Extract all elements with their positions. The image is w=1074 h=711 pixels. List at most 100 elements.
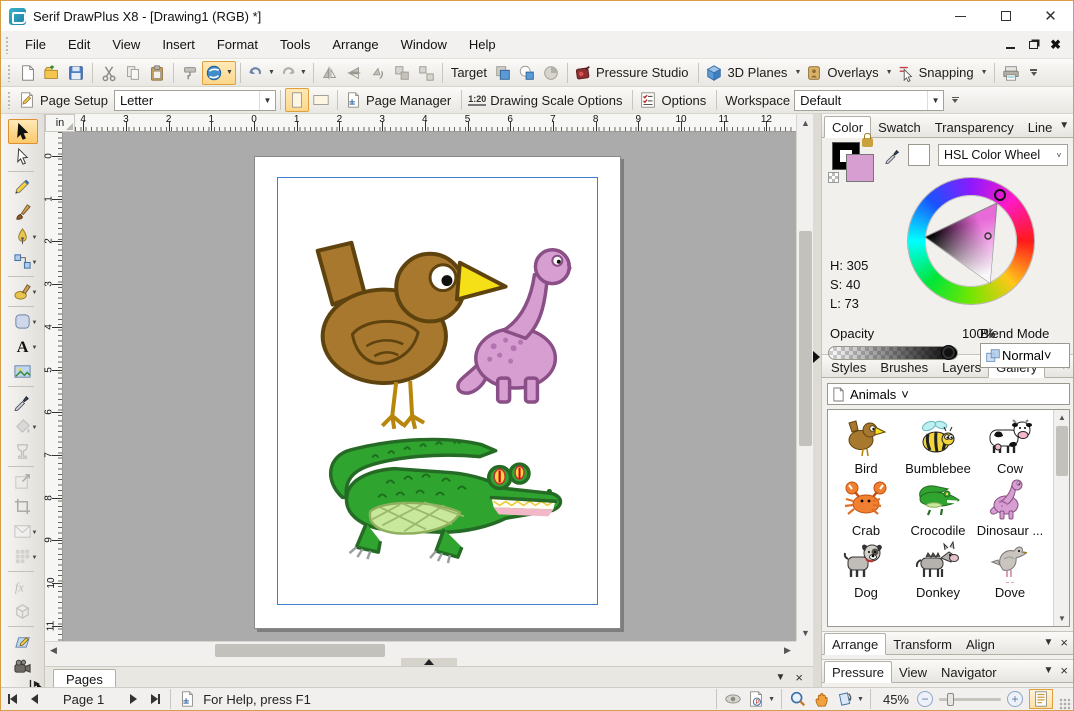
first-page-button[interactable] bbox=[1, 689, 23, 709]
panel-close-button[interactable]: × bbox=[1060, 663, 1068, 678]
horizontal-ruler[interactable]: 43210123456789101112 bbox=[75, 114, 796, 132]
gallery-item-donkey[interactable]: Donkey bbox=[902, 538, 974, 600]
gallery-item-dove[interactable]: Dove bbox=[974, 538, 1046, 600]
pencil-tool-button[interactable] bbox=[8, 174, 38, 199]
envelope-tool-button[interactable]: ▼ bbox=[8, 519, 38, 544]
pan-tool-button[interactable] bbox=[810, 687, 834, 711]
sketch-tool-button[interactable] bbox=[8, 629, 38, 654]
canvas-area[interactable] bbox=[63, 132, 796, 641]
tab-brushes[interactable]: Brushes bbox=[873, 357, 935, 377]
target-front-button[interactable] bbox=[515, 61, 539, 85]
extrude-tool-button[interactable] bbox=[8, 599, 38, 624]
fit-page-button[interactable] bbox=[1029, 689, 1053, 709]
last-page-button[interactable] bbox=[144, 689, 166, 709]
animation-tool-button[interactable] bbox=[8, 654, 38, 679]
gallery-item-cow[interactable]: Cow bbox=[974, 414, 1046, 476]
hsl-color-wheel[interactable] bbox=[908, 178, 1034, 304]
zoom-slider[interactable] bbox=[939, 698, 1001, 701]
menu-view[interactable]: View bbox=[101, 32, 151, 57]
toolbar2-overflow-button[interactable] bbox=[948, 91, 962, 109]
maximize-button[interactable] bbox=[983, 1, 1028, 31]
menu-file[interactable]: File bbox=[14, 32, 57, 57]
new-document-button[interactable] bbox=[16, 61, 40, 85]
undo-button[interactable]: ▼ bbox=[245, 61, 277, 85]
scroll-left-button[interactable]: ◀ bbox=[45, 642, 62, 659]
color-picker-icon[interactable] bbox=[884, 146, 902, 164]
target-pie-button[interactable] bbox=[539, 61, 563, 85]
3d-planes-button[interactable]: 3D Planes▼ bbox=[703, 61, 803, 85]
toolbar-grip[interactable] bbox=[7, 64, 12, 82]
gallery-item-crab[interactable]: Crab bbox=[830, 476, 902, 538]
flip-vertical-button[interactable] bbox=[342, 61, 366, 85]
minimize-button[interactable] bbox=[938, 1, 983, 31]
zoom-out-button[interactable]: − bbox=[917, 691, 933, 707]
vertical-scrollbar[interactable]: ▲ ▼ bbox=[796, 114, 813, 641]
add-page-button[interactable] bbox=[175, 687, 199, 711]
gallery-scroll-thumb[interactable] bbox=[1056, 426, 1068, 476]
insert-media-button[interactable]: ▼ bbox=[202, 61, 236, 85]
quickshape-tool-button[interactable]: ▼ bbox=[8, 309, 38, 334]
vertical-scroll-thumb[interactable] bbox=[799, 231, 812, 446]
rotate-button[interactable] bbox=[366, 61, 390, 85]
scroll-up-button[interactable]: ▲ bbox=[797, 114, 814, 131]
gallery-item[interactable] bbox=[974, 600, 1046, 627]
doc-restore-button[interactable] bbox=[1029, 41, 1038, 49]
page-setup-button[interactable]: Page Setup bbox=[16, 88, 114, 112]
pages-panel-menu-button[interactable]: ▼ bbox=[776, 672, 786, 683]
ungroup-button[interactable] bbox=[414, 61, 438, 85]
menu-arrange[interactable]: Arrange bbox=[321, 32, 389, 57]
gallery-item-dog[interactable]: Dog bbox=[830, 538, 902, 600]
opacity-slider[interactable] bbox=[828, 346, 958, 360]
workspace-combobox[interactable]: Default ▼ bbox=[794, 90, 944, 111]
target-back-button[interactable] bbox=[491, 61, 515, 85]
scroll-right-button[interactable]: ▶ bbox=[779, 642, 796, 659]
format-painter-button[interactable] bbox=[178, 61, 202, 85]
color-picker-tool-button[interactable] bbox=[8, 389, 38, 414]
resize-grip[interactable] bbox=[1059, 698, 1071, 710]
previous-page-button[interactable] bbox=[23, 689, 45, 709]
color-mode-combobox[interactable]: HSL Color Wheel ˅ bbox=[938, 144, 1068, 166]
no-color-swatch[interactable] bbox=[828, 172, 839, 183]
cut-button[interactable] bbox=[97, 61, 121, 85]
menu-insert[interactable]: Insert bbox=[151, 32, 206, 57]
options-button[interactable]: Options bbox=[637, 88, 712, 112]
redo-button[interactable]: ▼ bbox=[277, 61, 309, 85]
menu-format[interactable]: Format bbox=[206, 32, 269, 57]
menu-help[interactable]: Help bbox=[458, 32, 507, 57]
pointer-tool-button[interactable] bbox=[8, 119, 38, 144]
gallery-item-bird[interactable]: Bird bbox=[830, 414, 902, 476]
tab-transparency[interactable]: Transparency bbox=[928, 117, 1021, 137]
paintbrush-tool-button[interactable] bbox=[8, 199, 38, 224]
panel-menu-button[interactable]: ▼ bbox=[1044, 665, 1054, 676]
close-button[interactable]: ✕ bbox=[1028, 1, 1073, 31]
filter-effects-tool-button[interactable]: fx bbox=[8, 574, 38, 599]
tab-line[interactable]: Line bbox=[1021, 117, 1060, 137]
fill-color-swatch[interactable] bbox=[846, 154, 874, 182]
snapping-button[interactable]: Snapping▼ bbox=[895, 61, 990, 85]
flip-horizontal-button[interactable] bbox=[318, 61, 342, 85]
transparency-tool-button[interactable] bbox=[8, 439, 38, 464]
gallery-item-bumblebee[interactable]: Bumblebee bbox=[902, 414, 974, 476]
zoom-in-button[interactable]: + bbox=[1007, 691, 1023, 707]
export-slice-tool-button[interactable] bbox=[8, 469, 38, 494]
fill-brush-tool-button[interactable]: ▼ bbox=[8, 279, 38, 304]
tab-align[interactable]: Align bbox=[959, 634, 1002, 654]
tab-styles[interactable]: Styles bbox=[824, 357, 873, 377]
gallery-scroll-up[interactable]: ▲ bbox=[1054, 410, 1070, 425]
toolbar-grip2[interactable] bbox=[7, 91, 12, 109]
gallery-scroll-down[interactable]: ▼ bbox=[1054, 611, 1070, 626]
copy-button[interactable] bbox=[121, 61, 145, 85]
paste-button[interactable] bbox=[145, 61, 169, 85]
connector-tool-button[interactable]: ▼ bbox=[8, 249, 38, 274]
pen-tool-button[interactable]: ▼ bbox=[8, 224, 38, 249]
menu-window[interactable]: Window bbox=[390, 32, 458, 57]
scroll-down-button[interactable]: ▼ bbox=[797, 624, 814, 641]
group-button[interactable] bbox=[390, 61, 414, 85]
pressure-studio-button[interactable]: Pressure Studio bbox=[572, 61, 695, 85]
panel-menu-button[interactable]: ▼ bbox=[1059, 120, 1069, 131]
next-page-button[interactable] bbox=[122, 689, 144, 709]
ruler-units-box[interactable]: in bbox=[45, 114, 75, 132]
gallery-scrollbar[interactable]: ▲ ▼ bbox=[1053, 410, 1069, 626]
gallery-item[interactable] bbox=[902, 600, 974, 627]
tab-swatch[interactable]: Swatch bbox=[871, 117, 928, 137]
